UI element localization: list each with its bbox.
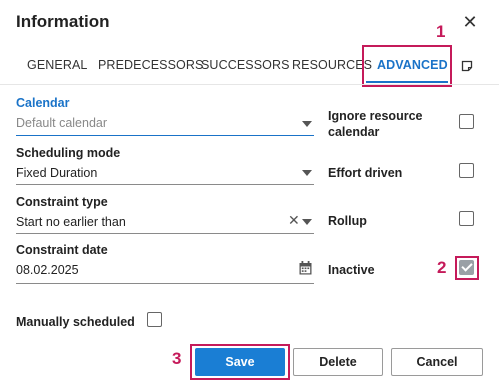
close-icon[interactable]: ✕: [462, 12, 478, 32]
step-marker-3: 3: [172, 349, 182, 368]
chevron-down-icon[interactable]: [302, 170, 312, 176]
scheduling-mode-underline: [16, 184, 314, 185]
tab-general[interactable]: GENERAL: [27, 58, 87, 72]
tab-successors[interactable]: SUCCESSORS: [201, 58, 290, 72]
step-marker-1: 1: [436, 22, 446, 41]
tab-resources[interactable]: RESOURCES: [292, 58, 372, 72]
inactive-label: Inactive: [328, 263, 375, 277]
step-marker-2: 2: [437, 258, 447, 277]
calendar-underline: [16, 135, 314, 136]
note-icon[interactable]: [461, 60, 473, 72]
chevron-down-icon[interactable]: [302, 121, 312, 127]
dialog-title: Information: [16, 12, 110, 31]
cancel-button[interactable]: Cancel: [391, 348, 483, 376]
effort-driven-label: Effort driven: [328, 166, 403, 180]
tab-advanced-highlight: [362, 45, 452, 87]
constraint-date-input[interactable]: 08.02.2025: [16, 263, 79, 277]
delete-button[interactable]: Delete: [293, 348, 383, 376]
ignore-resource-calendar-label-line2: calendar: [328, 125, 380, 139]
rollup-label: Rollup: [328, 214, 367, 228]
calendar-label: Calendar: [16, 96, 70, 110]
manually-scheduled-label: Manually scheduled: [16, 315, 135, 329]
ignore-resource-calendar-checkbox[interactable]: [459, 114, 474, 129]
constraint-type-select[interactable]: Start no earlier than: [16, 215, 126, 229]
calendar-icon[interactable]: [299, 261, 312, 275]
ignore-resource-calendar-label-line1: Ignore resource: [328, 109, 423, 123]
constraint-date-underline: [16, 283, 314, 284]
constraint-date-label: Constraint date: [16, 243, 108, 257]
scheduling-mode-select[interactable]: Fixed Duration: [16, 166, 97, 180]
inactive-checkbox-highlight: [455, 256, 479, 280]
ignore-resource-calendar-label: Ignore resource calendar: [328, 108, 422, 140]
manually-scheduled-checkbox[interactable]: [147, 312, 162, 327]
save-button-highlight: [190, 344, 290, 380]
clear-icon[interactable]: ✕: [288, 213, 300, 227]
rollup-checkbox[interactable]: [459, 211, 474, 226]
tab-predecessors[interactable]: PREDECESSORS: [98, 58, 203, 72]
effort-driven-checkbox[interactable]: [459, 163, 474, 178]
calendar-field[interactable]: Default calendar: [16, 116, 107, 130]
scheduling-mode-label: Scheduling mode: [16, 146, 121, 160]
tab-divider: [0, 84, 499, 85]
chevron-down-icon[interactable]: [302, 219, 312, 225]
constraint-type-underline: [16, 233, 314, 234]
constraint-type-label: Constraint type: [16, 195, 108, 209]
